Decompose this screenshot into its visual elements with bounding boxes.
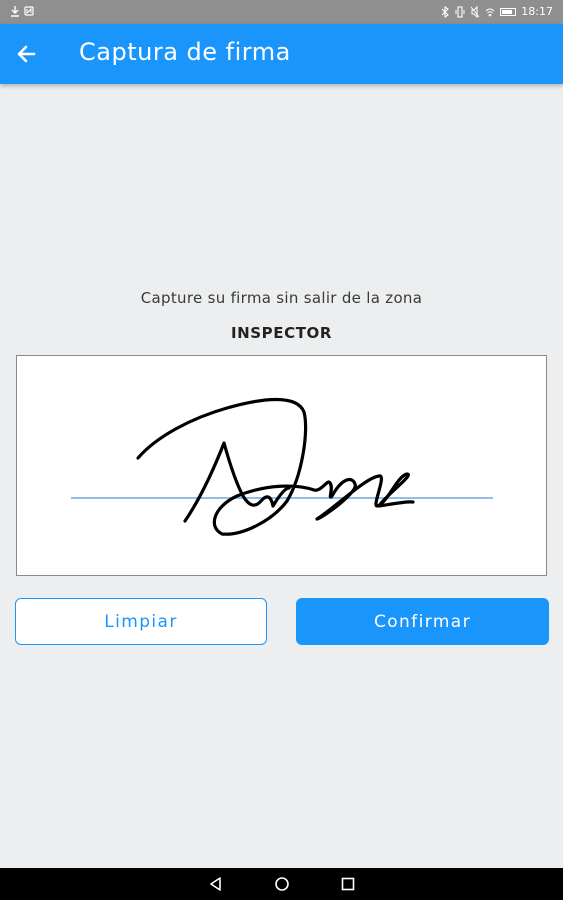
home-circle-icon bbox=[274, 877, 289, 891]
signature-canvas bbox=[71, 397, 493, 536]
battery-icon bbox=[500, 7, 517, 16]
nfc-icon bbox=[24, 6, 34, 16]
signature-instruction: Capture su firma sin salir de la zona bbox=[140, 289, 423, 307]
download-icon bbox=[11, 6, 19, 17]
arrow-left-icon bbox=[17, 45, 36, 63]
status-left-icons bbox=[10, 5, 34, 17]
signature-pad[interactable] bbox=[16, 355, 547, 576]
nav-recents-button[interactable] bbox=[338, 874, 358, 894]
app-bar: Captura de firma bbox=[0, 24, 563, 84]
nav-back-button[interactable] bbox=[206, 874, 226, 894]
mute-icon bbox=[470, 5, 480, 18]
clear-button[interactable]: Limpiar bbox=[15, 598, 267, 645]
vibrate-icon bbox=[455, 5, 465, 18]
back-triangle-icon bbox=[209, 877, 221, 891]
page-title: Captura de firma bbox=[79, 38, 291, 66]
wifi-icon bbox=[485, 8, 495, 17]
recents-square-icon bbox=[341, 877, 354, 891]
status-bar: 18:17 bbox=[0, 0, 563, 24]
bluetooth-icon bbox=[441, 5, 450, 18]
confirm-button[interactable]: Confirmar bbox=[296, 598, 549, 645]
signature-stroke bbox=[136, 397, 415, 536]
nav-home-button[interactable] bbox=[272, 874, 292, 894]
signer-role-label: INSPECTOR bbox=[230, 324, 333, 342]
status-time: 18:17 bbox=[521, 5, 553, 18]
signature-stroke bbox=[183, 441, 291, 523]
status-right-icons: 18:17 bbox=[440, 5, 553, 18]
system-nav-bar bbox=[0, 868, 563, 900]
back-button[interactable] bbox=[8, 36, 44, 72]
